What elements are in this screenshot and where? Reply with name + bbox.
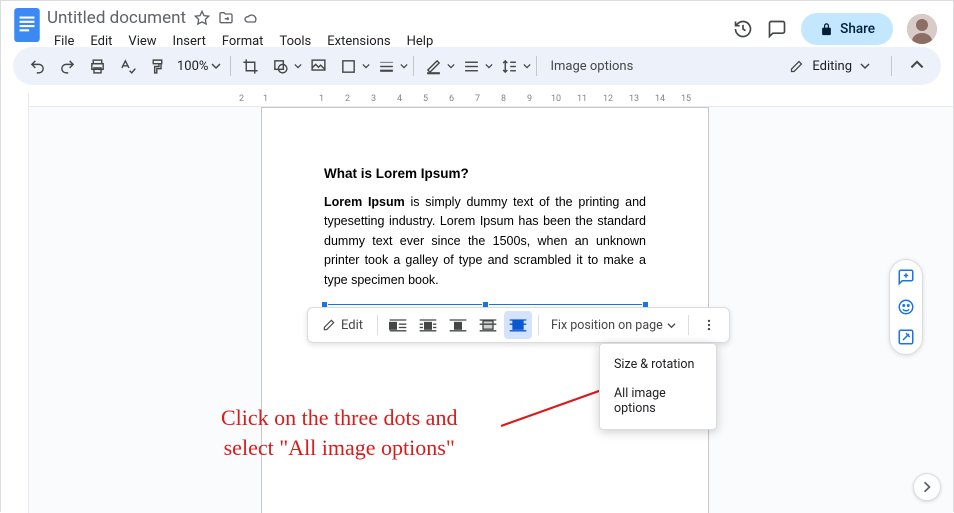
menu-insert[interactable]: Insert — [166, 31, 213, 52]
menu-bar: File Edit View Insert Format Tools Exten… — [47, 31, 733, 52]
chevron-down-icon[interactable] — [485, 62, 493, 70]
emoji-reaction-icon[interactable] — [897, 298, 915, 316]
suggest-edits-icon[interactable] — [897, 328, 915, 346]
wrap-inline-button[interactable] — [384, 311, 412, 339]
cloud-status-icon[interactable] — [242, 10, 260, 26]
explore-fab[interactable] — [913, 473, 941, 501]
collapse-toolbar-button[interactable] — [903, 52, 931, 80]
image-options-button[interactable]: Image options — [542, 59, 641, 74]
wrap-front-button[interactable] — [504, 311, 532, 339]
workspace: 2 1 1 2 3 4 5 6 7 8 9 10 11 12 13 14 15 … — [1, 93, 953, 513]
wrap-break-button[interactable] — [444, 311, 472, 339]
menu-view[interactable]: View — [121, 31, 163, 52]
add-comment-icon[interactable] — [897, 268, 915, 286]
chevron-down-icon — [211, 61, 221, 71]
editing-mode-label: Editing — [812, 59, 852, 74]
comments-icon[interactable] — [767, 19, 787, 39]
undo-button[interactable] — [23, 52, 51, 80]
annotation-text: Click on the three dots and select "All … — [221, 403, 457, 462]
crop-image-button[interactable] — [236, 52, 264, 80]
share-label: Share — [840, 21, 875, 37]
line-color-button[interactable] — [419, 52, 447, 80]
menu-format[interactable]: Format — [215, 31, 271, 52]
more-options-menu: Size & rotation All image options — [599, 343, 717, 430]
menu-edit[interactable]: Edit — [83, 31, 119, 52]
doc-bold-lead: Lorem Ipsum — [324, 195, 405, 209]
more-options-button[interactable] — [695, 311, 723, 339]
chevron-down-icon[interactable] — [362, 62, 370, 70]
align-button[interactable] — [457, 52, 485, 80]
position-label: Fix position on page — [551, 318, 663, 333]
doc-heading: What is Lorem Ipsum? — [324, 166, 646, 181]
menu-file[interactable]: File — [47, 31, 81, 52]
menu-extensions[interactable]: Extensions — [320, 31, 397, 52]
chevron-down-icon — [860, 61, 870, 71]
edit-image-label: Edit — [341, 318, 363, 333]
print-button[interactable] — [83, 52, 111, 80]
editing-mode-button[interactable]: Editing — [779, 55, 880, 78]
pencil-icon — [322, 318, 336, 332]
line-spacing-button[interactable] — [495, 52, 523, 80]
kebab-icon — [702, 318, 716, 332]
move-folder-icon[interactable] — [218, 10, 234, 26]
image-context-toolbar: Edit Fix position on page — [307, 307, 730, 343]
spellcheck-button[interactable] — [113, 52, 141, 80]
history-icon[interactable] — [733, 19, 753, 39]
paint-format-button[interactable] — [143, 52, 171, 80]
menu-size-rotation[interactable]: Size & rotation — [600, 350, 716, 379]
zoom-select[interactable]: 100% — [173, 59, 225, 74]
border-color-button[interactable] — [334, 52, 362, 80]
edit-image-button[interactable]: Edit — [314, 318, 371, 333]
redo-button[interactable] — [53, 52, 81, 80]
replace-image-button[interactable] — [304, 52, 332, 80]
share-button[interactable]: Share — [801, 13, 893, 45]
menu-all-image-options[interactable]: All image options — [600, 379, 716, 423]
annotation-line1: Click on the three dots and — [221, 403, 457, 433]
annotation-line2: select "All image options" — [221, 433, 457, 463]
doc-paragraph: Lorem Ipsum is simply dummy text of the … — [324, 193, 646, 290]
wrap-wraptext-button[interactable] — [414, 311, 442, 339]
account-avatar[interactable] — [907, 14, 937, 44]
lock-icon — [819, 22, 834, 37]
border-weight-button[interactable] — [372, 52, 400, 80]
comment-bubble — [889, 259, 923, 355]
title-area: Untitled document File Edit View Insert … — [47, 7, 733, 52]
header: Untitled document File Edit View Insert … — [1, 1, 953, 47]
star-icon[interactable] — [194, 10, 210, 26]
chevron-down-icon[interactable] — [523, 62, 531, 70]
mask-image-button[interactable] — [266, 52, 294, 80]
document-title[interactable]: Untitled document — [47, 8, 186, 28]
menu-tools[interactable]: Tools — [272, 31, 318, 52]
pencil-icon — [789, 59, 804, 74]
chevron-down-icon[interactable] — [400, 62, 408, 70]
zoom-value: 100% — [177, 59, 208, 74]
chevron-down-icon[interactable] — [447, 62, 455, 70]
chevron-down-icon[interactable] — [294, 62, 302, 70]
ruler-vertical[interactable] — [1, 93, 29, 513]
ruler-horizontal[interactable]: 2 1 1 2 3 4 5 6 7 8 9 10 11 12 13 14 15 — [29, 93, 953, 107]
wrap-behind-button[interactable] — [474, 311, 502, 339]
chevron-down-icon — [667, 321, 676, 330]
menu-help[interactable]: Help — [400, 31, 441, 52]
docs-logo-icon[interactable] — [13, 7, 41, 43]
position-select[interactable]: Fix position on page — [545, 318, 682, 333]
main-toolbar: 100% Image opti — [13, 47, 941, 85]
